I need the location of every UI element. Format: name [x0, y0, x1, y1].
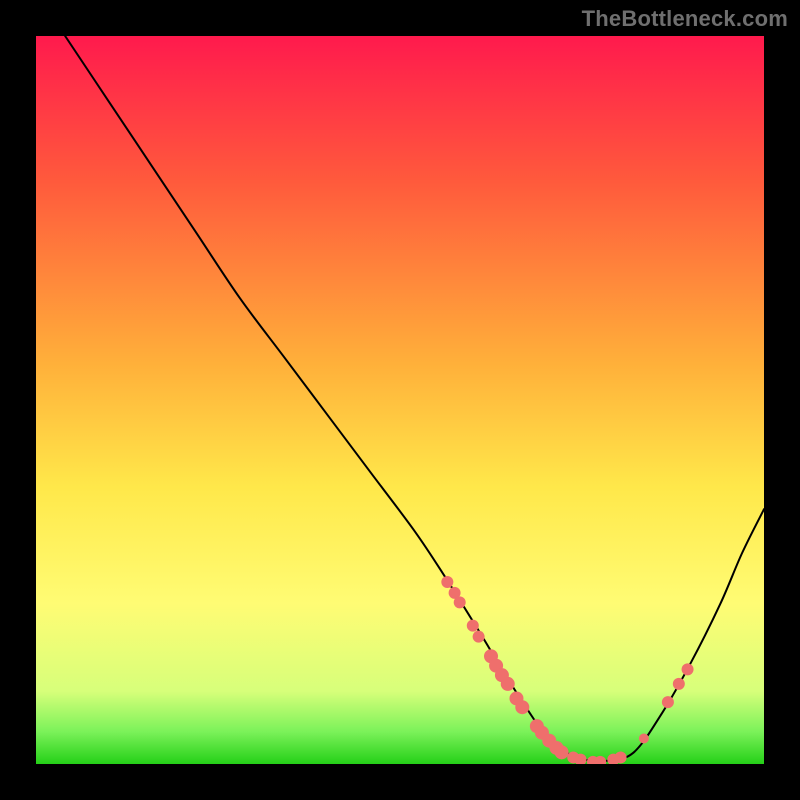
chart-container: TheBottleneck.com: [0, 0, 800, 800]
data-marker: [467, 620, 479, 632]
data-marker: [615, 751, 627, 763]
data-marker: [682, 663, 694, 675]
background-gradient: [36, 36, 764, 764]
data-marker: [662, 696, 674, 708]
watermark-label: TheBottleneck.com: [582, 6, 788, 32]
data-marker: [673, 678, 685, 690]
data-marker: [501, 677, 515, 691]
data-marker: [639, 734, 649, 744]
data-marker: [441, 576, 453, 588]
data-marker: [555, 745, 569, 759]
chart-svg: [36, 36, 764, 764]
data-marker: [454, 596, 466, 608]
data-marker: [473, 631, 485, 643]
data-marker: [515, 700, 529, 714]
plot-area: [36, 36, 764, 764]
